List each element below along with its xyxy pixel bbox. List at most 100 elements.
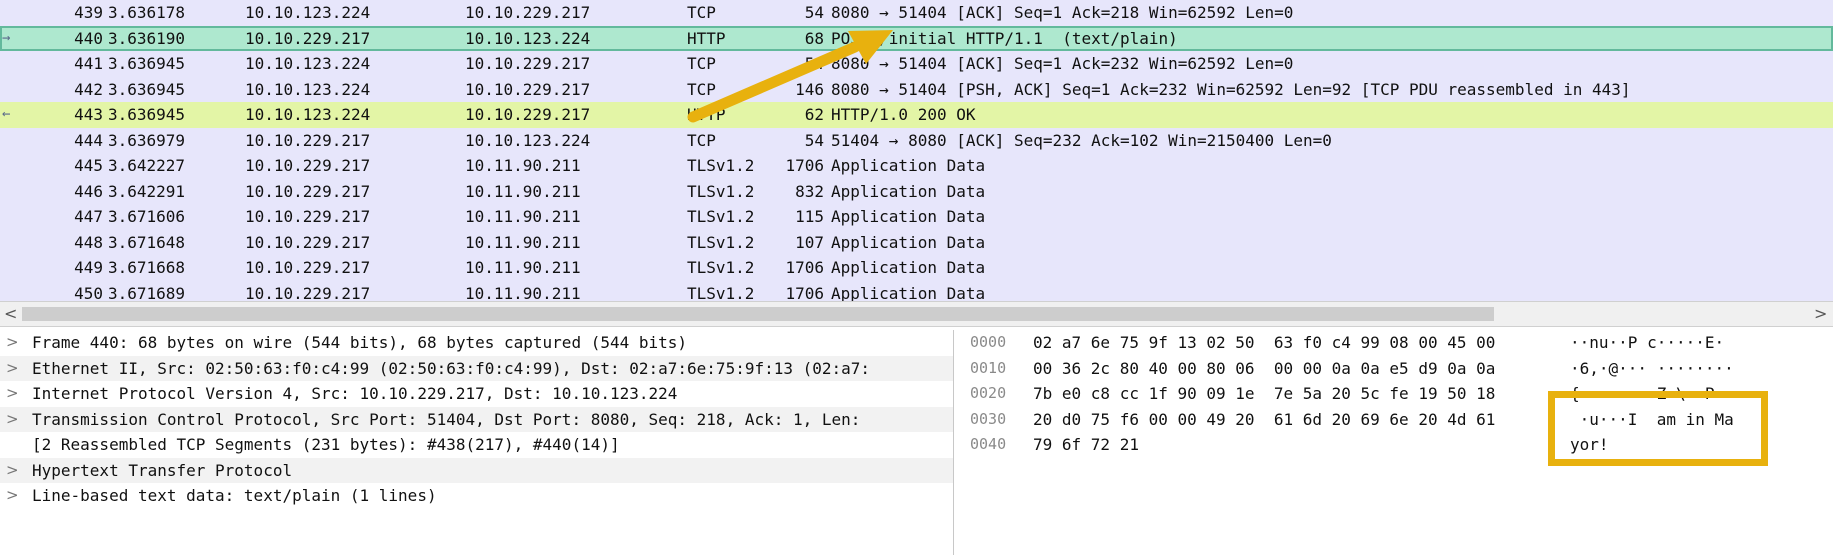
expand-chevron-icon[interactable]: >: [6, 381, 19, 407]
hex-bytes: 20 d0 75 f6 00 00 49 20 61 6d 20 69 6e 2…: [1033, 409, 1496, 429]
detail-label: Hypertext Transfer Protocol: [32, 460, 293, 480]
packet-row[interactable]: 448 3.671648 10.10.229.217 10.11.90.211 TLSv…: [0, 229, 1833, 255]
packet-row[interactable]: 449 3.671668 10.10.229.217 10.11.90.211 TLSv…: [0, 255, 1833, 281]
packet-length: 1706: [785, 283, 824, 302]
packet-protocol: TLSv1.2: [687, 258, 755, 277]
scrollbar-thumb[interactable]: [22, 307, 1494, 321]
packet-protocol: TCP: [687, 54, 716, 73]
packet-source: 10.10.229.217: [245, 258, 371, 277]
packet-info: 8080 → 51404 [ACK] Seq=1 Ack=218 Win=625…: [831, 3, 1294, 22]
packet-destination: 10.10.123.224: [465, 28, 591, 48]
packet-info: Application Data: [831, 156, 986, 175]
packet-length: 107: [795, 232, 824, 252]
hex-bytes: 02 a7 6e 75 9f 13 02 50 63 f0 c4 99 08 0…: [1033, 333, 1496, 352]
packet-row[interactable]: 439 3.636178 10.10.123.224 10.10.229.217 TCP…: [0, 0, 1833, 26]
packet-time: 3.642227: [108, 156, 186, 175]
packet-row[interactable]: 444 3.636979 10.10.229.217 10.10.123.224 TCP…: [0, 127, 1833, 153]
packet-row[interactable]: 441 3.636945 10.10.123.224 10.10.229.217 TCP…: [0, 51, 1833, 77]
packet-source: 10.10.123.224: [245, 54, 371, 73]
packet-details-pane[interactable]: > Frame 440: 68 bytes on wire (544 bits),…: [0, 330, 954, 555]
expand-chevron-icon[interactable]: >: [6, 458, 19, 484]
detail-tree-item[interactable]: > Hypertext Transfer Protocol: [0, 457, 953, 484]
packet-info: Application Data: [831, 181, 986, 201]
expand-chevron-icon[interactable]: >: [6, 330, 19, 356]
packet-time: 3.636190: [108, 28, 186, 48]
ascii-bytes: ··nu··P c·····E·: [1570, 333, 1725, 352]
detail-tree-item[interactable]: [2 Reassembled TCP Segments (231 bytes):…: [0, 432, 953, 458]
hex-offset: 0000: [970, 333, 1007, 351]
packet-info: 51404 → 8080 [ACK] Seq=232 Ack=102 Win=2…: [831, 130, 1332, 150]
hex-bytes: 79 6f 72 21: [1033, 435, 1139, 454]
detail-tree-item[interactable]: > Ethernet II, Src: 02:50:63:f0:c4:99 (02…: [0, 355, 953, 382]
detail-tree-item[interactable]: > Internet Protocol Version 4, Src: 10.10…: [0, 381, 953, 407]
packet-number: 442: [74, 79, 103, 99]
packet-row[interactable]: 450 3.671689 10.10.229.217 10.11.90.211 TLSv…: [0, 280, 1833, 302]
packet-destination: 10.11.90.211: [465, 156, 581, 175]
packet-protocol: TLSv1.2: [687, 207, 755, 226]
packet-time: 3.671648: [108, 232, 186, 252]
packet-source: 10.10.229.217: [245, 28, 371, 48]
detail-tree-item[interactable]: > Frame 440: 68 bytes on wire (544 bits),…: [0, 330, 953, 356]
expand-chevron-icon[interactable]: >: [6, 356, 19, 382]
packet-destination: 10.11.90.211: [465, 181, 581, 201]
packet-number: 443: [74, 105, 103, 124]
packet-row[interactable]: 445 3.642227 10.10.229.217 10.11.90.211 TLSv…: [0, 153, 1833, 179]
packet-source: 10.10.229.217: [245, 130, 371, 150]
packet-length: 68: [804, 28, 824, 48]
packet-row[interactable]: 442 3.636945 10.10.123.224 10.10.229.217 TCP…: [0, 76, 1833, 102]
packet-info: Application Data: [831, 283, 986, 302]
packet-source: 10.10.229.217: [245, 207, 371, 226]
detail-label: Transmission Control Protocol, Src Port:…: [32, 409, 861, 429]
packet-number: 441: [74, 54, 103, 73]
packet-destination: 10.10.229.217: [465, 54, 591, 73]
packet-destination: 10.11.90.211: [465, 232, 581, 252]
packet-source: 10.10.123.224: [245, 3, 371, 22]
hex-bytes: 7b e0 c8 cc 1f 90 09 1e 7e 5a 20 5c fe 1…: [1033, 384, 1496, 403]
hex-offset: 0040: [970, 435, 1007, 453]
packet-destination: 10.11.90.211: [465, 258, 581, 277]
packet-row[interactable]: 447 3.671606 10.10.229.217 10.11.90.211 TLSv…: [0, 204, 1833, 230]
packet-time: 3.636945: [108, 105, 186, 124]
packet-row[interactable]: → 440 3.636190 10.10.229.217 10.10.123.224 HT…: [0, 25, 1833, 51]
hex-dump-row[interactable]: 0010 00 36 2c 80 40 00 80 06 00 00 0a 0a …: [958, 356, 1833, 382]
packet-time: 3.636945: [108, 79, 186, 99]
packet-protocol: TLSv1.2: [687, 181, 755, 201]
packet-protocol: HTTP: [687, 105, 726, 124]
scroll-left-icon[interactable]: <: [4, 304, 17, 323]
packet-number: 448: [74, 232, 103, 252]
horizontal-scrollbar[interactable]: < >: [0, 301, 1833, 327]
packet-number: 447: [74, 207, 103, 226]
packet-info: 8080 → 51404 [PSH, ACK] Seq=1 Ack=232 Wi…: [831, 79, 1631, 99]
packet-source: 10.10.229.217: [245, 283, 371, 302]
packet-info: Application Data: [831, 207, 986, 226]
packet-info: POST /initial HTTP/1.1 (text/plain): [831, 28, 1178, 48]
hex-dump-row[interactable]: 0000 02 a7 6e 75 9f 13 02 50 63 f0 c4 99 …: [958, 330, 1833, 356]
packet-number: 440: [74, 28, 103, 48]
packet-time: 3.642291: [108, 181, 186, 201]
packet-row[interactable]: ← 443 3.636945 10.10.123.224 10.10.229.217 HT…: [0, 102, 1833, 128]
expand-chevron-icon[interactable]: >: [6, 407, 19, 433]
packet-length: 54: [804, 3, 824, 22]
packet-length: 1706: [785, 156, 824, 175]
packet-length: 54: [804, 130, 824, 150]
detail-label: Frame 440: 68 bytes on wire (544 bits), …: [32, 333, 688, 352]
packet-info: Application Data: [831, 258, 986, 277]
related-packet-icon: →: [2, 29, 11, 46]
hex-offset: 0030: [970, 409, 1007, 428]
packet-protocol: TLSv1.2: [687, 232, 755, 252]
detail-label: Line-based text data: text/plain (1 line…: [32, 486, 437, 505]
ascii-bytes: ·6,·@··· ········: [1570, 358, 1734, 378]
expand-chevron-icon[interactable]: >: [6, 483, 19, 509]
scroll-right-icon[interactable]: >: [1814, 304, 1827, 323]
packet-length: 115: [795, 207, 824, 226]
detail-tree-item[interactable]: > Transmission Control Protocol, Src Port…: [0, 406, 953, 433]
packet-source: 10.10.123.224: [245, 105, 371, 124]
packet-protocol: TLSv1.2: [687, 156, 755, 175]
packet-list[interactable]: 439 3.636178 10.10.123.224 10.10.229.217 TCP…: [0, 0, 1833, 301]
packet-destination: 10.11.90.211: [465, 283, 581, 302]
packet-time: 3.636178: [108, 3, 186, 22]
hex-offset: 0010: [970, 358, 1007, 377]
packet-length: 62: [804, 105, 824, 124]
detail-tree-item[interactable]: > Line-based text data: text/plain (1 lin…: [0, 483, 953, 509]
packet-row[interactable]: 446 3.642291 10.10.229.217 10.11.90.211 TLSv…: [0, 178, 1833, 204]
